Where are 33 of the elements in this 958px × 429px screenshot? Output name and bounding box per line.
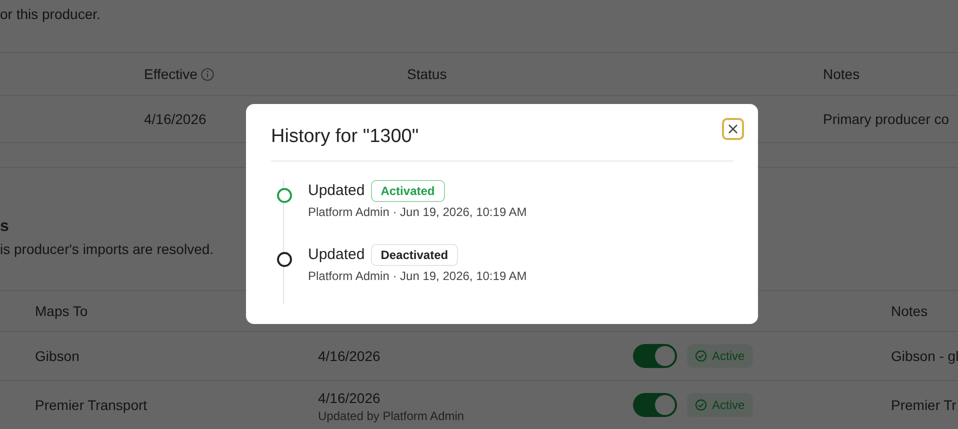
column-header: Effective: [144, 64, 198, 84]
entry-action: Updated: [308, 181, 365, 201]
table-cell: Primary producer co: [823, 110, 950, 126]
toggle-switch[interactable]: [633, 344, 677, 368]
table-cell: Premier Tr: [891, 396, 956, 412]
table-cell: 4/16/2026: [144, 110, 206, 126]
column-header: Maps To: [35, 302, 88, 318]
toggle-switch[interactable]: [633, 393, 677, 417]
close-icon: [728, 124, 738, 134]
check-circle-icon: [695, 399, 707, 411]
section-subtitle: is producer's imports are resolved.: [0, 241, 214, 257]
table-cell: Gibson: [35, 348, 80, 364]
entry-meta: Platform Admin · Jun 19, 2026, 10:19 AM: [308, 268, 528, 284]
status-badge: Active: [687, 393, 753, 417]
info-icon[interactable]: [200, 68, 214, 80]
status-badge: Activated: [370, 180, 445, 202]
intro-text: or this producer.: [0, 5, 102, 24]
status-badge: Deactivated: [370, 244, 458, 266]
close-button[interactable]: [722, 118, 744, 140]
column-header: Status: [407, 66, 447, 82]
table-cell-text: 4/16/2026: [318, 388, 382, 408]
column-header: Notes: [823, 66, 860, 82]
table-cell-text: 4/16/2026: [318, 346, 382, 366]
dialog-title: History for "1300": [271, 126, 419, 148]
table-cell: Premier Transport: [35, 396, 148, 412]
column-header: Notes: [891, 302, 928, 318]
status-badge: Active: [687, 344, 753, 368]
section-title: s: [0, 217, 10, 237]
table-cell: Gibson - gl: [891, 348, 958, 364]
entry-meta: Platform Admin · Jun 19, 2026, 10:19 AM: [308, 204, 528, 220]
entry-action: Updated: [308, 245, 365, 265]
updated-by-text: Updated by Platform Admin: [318, 408, 466, 422]
check-circle-icon: [695, 350, 707, 362]
